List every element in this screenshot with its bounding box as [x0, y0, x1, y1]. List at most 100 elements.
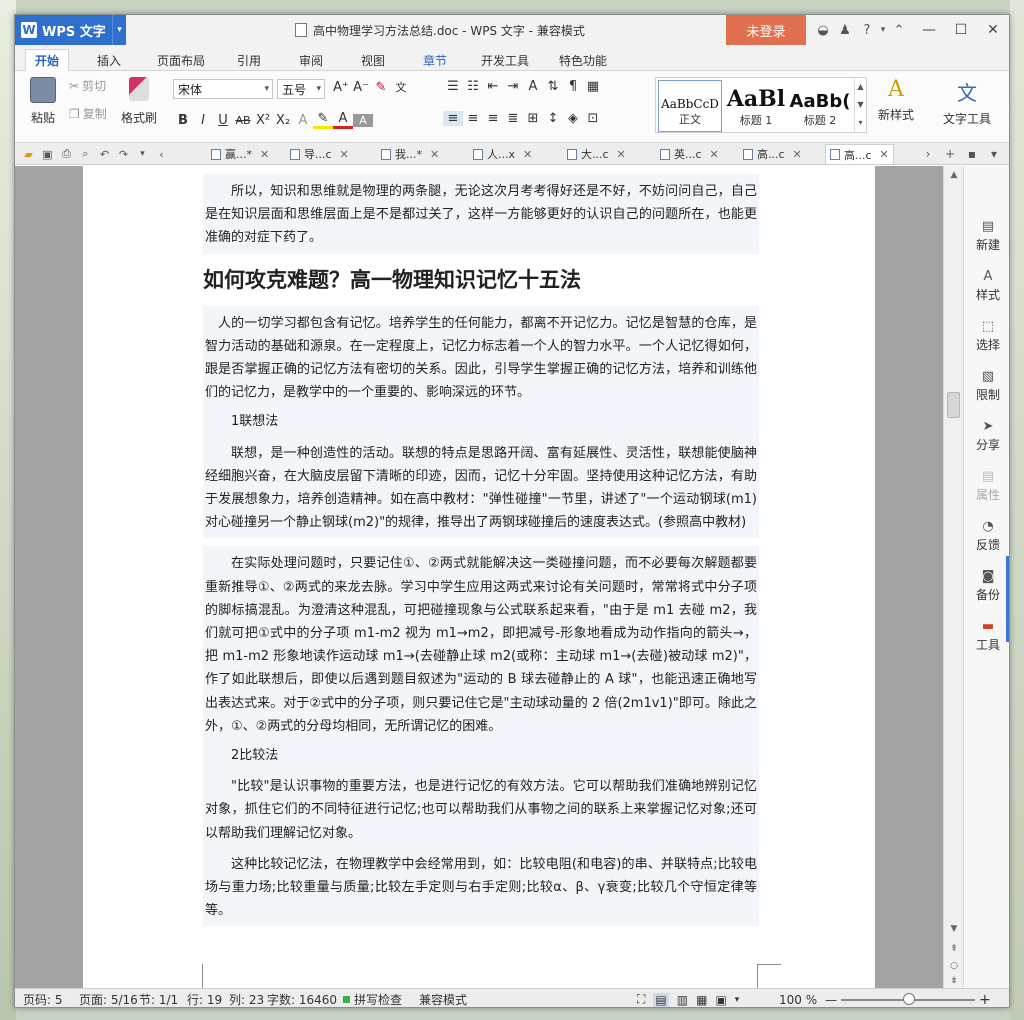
- print-icon[interactable]: ⎙: [57, 147, 76, 161]
- font-size-select[interactable]: 五号: [277, 79, 325, 99]
- text-effect-icon[interactable]: A: [293, 113, 313, 128]
- doc-tab[interactable]: 人...x ✕: [473, 144, 532, 164]
- status-word-count[interactable]: 字数: 16460: [267, 989, 337, 1007]
- taskpane-tools[interactable]: ▬ 工具: [964, 618, 1009, 653]
- show-marks-icon[interactable]: ¶: [563, 79, 583, 94]
- zoom-out-icon[interactable]: —: [825, 989, 837, 1007]
- reading-view-icon[interactable]: ▣: [715, 993, 726, 1007]
- close-icon[interactable]: ✕: [430, 148, 439, 161]
- taskpane-restrict[interactable]: ▧ 限制: [964, 368, 1009, 403]
- taskpane-feedback[interactable]: ◔ 反馈: [964, 518, 1009, 553]
- subscript-icon[interactable]: X₂: [273, 113, 293, 128]
- vertical-scrollbar[interactable]: ▲ ▼ ⇞ ○ ⇟: [943, 166, 963, 988]
- align-right-icon[interactable]: ≡: [483, 111, 503, 126]
- shrink-font-icon[interactable]: A⁻: [351, 80, 371, 95]
- bold-icon[interactable]: B: [173, 113, 193, 128]
- underline-icon[interactable]: U: [213, 113, 233, 128]
- font-color-icon[interactable]: A: [333, 111, 353, 129]
- app-menu-button[interactable]: W WPS 文字 ▾: [15, 15, 126, 45]
- close-icon[interactable]: ✕: [340, 148, 349, 161]
- style-heading-1[interactable]: AaBl 标题 1: [724, 80, 788, 132]
- doc-tab[interactable]: 我...* ✕: [381, 144, 439, 164]
- scroll-up-icon[interactable]: ▲: [944, 170, 964, 180]
- highlight-icon[interactable]: ✎: [313, 111, 333, 129]
- text-direction-icon[interactable]: A: [523, 79, 543, 94]
- chevron-down-icon[interactable]: ▾: [112, 15, 126, 45]
- web-view-icon[interactable]: ▦: [696, 993, 707, 1007]
- prev-page-icon[interactable]: ⇞: [944, 944, 964, 954]
- zoom-in-icon[interactable]: +: [979, 989, 991, 1008]
- tab-developer[interactable]: 开发工具: [473, 49, 537, 71]
- close-icon[interactable]: ✕: [710, 148, 719, 161]
- tab-home[interactable]: 开始: [25, 49, 69, 71]
- doc-tab[interactable]: 英...c ✕: [660, 144, 719, 164]
- taskpane-new[interactable]: ▤ 新建: [964, 218, 1009, 253]
- tab-review[interactable]: 审阅: [289, 49, 333, 71]
- redo-icon[interactable]: ↷: [114, 148, 133, 161]
- tab-view[interactable]: 视图: [351, 49, 395, 71]
- clear-format-icon[interactable]: ✎: [371, 80, 391, 95]
- format-painter-button[interactable]: 格式刷: [119, 77, 159, 126]
- taskpane-share[interactable]: ➤ 分享: [964, 418, 1009, 453]
- grow-font-icon[interactable]: A⁺: [331, 80, 351, 95]
- customize-icon[interactable]: ▾: [133, 149, 152, 159]
- close-icon[interactable]: ✕: [880, 148, 889, 161]
- close-icon[interactable]: ✕: [977, 15, 1009, 45]
- scroll-down-icon[interactable]: ▼: [944, 924, 964, 934]
- strikethrough-icon[interactable]: AB: [233, 114, 253, 127]
- align-center-icon[interactable]: ≡: [463, 111, 483, 126]
- tab-list-icon[interactable]: ▪: [961, 147, 983, 161]
- new-style-button[interactable]: A 新样式: [869, 77, 923, 123]
- close-icon[interactable]: ✕: [260, 148, 269, 161]
- help-dropdown-icon[interactable]: ▾: [878, 25, 888, 35]
- outline-view-icon[interactable]: ▥: [677, 993, 688, 1007]
- justify-icon[interactable]: ≣: [503, 111, 523, 126]
- close-icon[interactable]: ✕: [617, 148, 626, 161]
- decrease-indent-icon[interactable]: ⇤: [483, 79, 503, 94]
- increase-indent-icon[interactable]: ⇥: [503, 79, 523, 94]
- document-page[interactable]: 所以，知识和思维就是物理的两条腿，无论这次月考考得好还是不好，不妨问问自己，自己…: [83, 166, 875, 988]
- text-tools-button[interactable]: 文 文字工具: [935, 77, 999, 127]
- fullscreen-icon[interactable]: ⛶: [637, 992, 645, 1007]
- select-browse-icon[interactable]: ○: [944, 961, 964, 971]
- taskpane-styles[interactable]: A 样式: [964, 268, 1009, 303]
- minimize-icon[interactable]: —: [913, 15, 945, 45]
- tab-page-layout[interactable]: 页面布局: [149, 49, 213, 71]
- close-icon[interactable]: ✕: [793, 148, 802, 161]
- status-pages[interactable]: 页面: 5/16: [79, 989, 138, 1007]
- tab-special-features[interactable]: 特色功能: [551, 49, 615, 71]
- open-icon[interactable]: ▰: [19, 148, 38, 161]
- view-dropdown-icon[interactable]: ▾: [735, 995, 740, 1005]
- doc-tab[interactable]: 导...c ✕: [290, 144, 349, 164]
- char-shading-icon[interactable]: A: [353, 113, 373, 127]
- doc-tab[interactable]: 大...c ✕: [567, 144, 626, 164]
- zoom-level[interactable]: 100 %: [779, 989, 817, 1007]
- tab-chapter[interactable]: 章节: [413, 49, 457, 71]
- doc-tab-active[interactable]: 高...c ✕: [825, 144, 894, 164]
- sort-icon[interactable]: ⇅: [543, 79, 563, 94]
- pinyin-icon[interactable]: 文: [391, 79, 411, 95]
- next-page-icon[interactable]: ⇟: [944, 976, 964, 986]
- skin-icon[interactable]: ◒: [812, 23, 834, 38]
- help-icon[interactable]: ?: [856, 23, 878, 38]
- paste-button[interactable]: 粘贴: [23, 77, 63, 126]
- superscript-icon[interactable]: X²: [253, 113, 273, 128]
- tab-menu-icon[interactable]: ▾: [983, 147, 1005, 161]
- tab-scroll-left-icon[interactable]: ‹: [152, 148, 171, 161]
- italic-icon[interactable]: I: [193, 113, 213, 128]
- doc-tab[interactable]: 赢...* ✕: [211, 144, 269, 164]
- line-spacing-icon[interactable]: ↕: [543, 111, 563, 126]
- tab-references[interactable]: 引用: [227, 49, 271, 71]
- borders-icon[interactable]: ⊡: [583, 111, 603, 126]
- cut-button[interactable]: ✂ 剪切: [69, 77, 106, 94]
- style-normal[interactable]: AaBbCcD 正文: [658, 80, 722, 132]
- close-icon[interactable]: ✕: [523, 148, 532, 161]
- save-icon[interactable]: ▣: [38, 148, 57, 161]
- undo-icon[interactable]: ↶: [95, 148, 114, 161]
- taskpane-properties[interactable]: ▤ 属性: [964, 468, 1009, 503]
- align-left-icon[interactable]: ≡: [443, 111, 463, 126]
- font-name-select[interactable]: 宋体: [173, 79, 273, 99]
- zoom-slider-thumb[interactable]: [903, 993, 915, 1005]
- numbered-list-icon[interactable]: ☷: [463, 79, 483, 94]
- tab-insert[interactable]: 插入: [87, 49, 131, 71]
